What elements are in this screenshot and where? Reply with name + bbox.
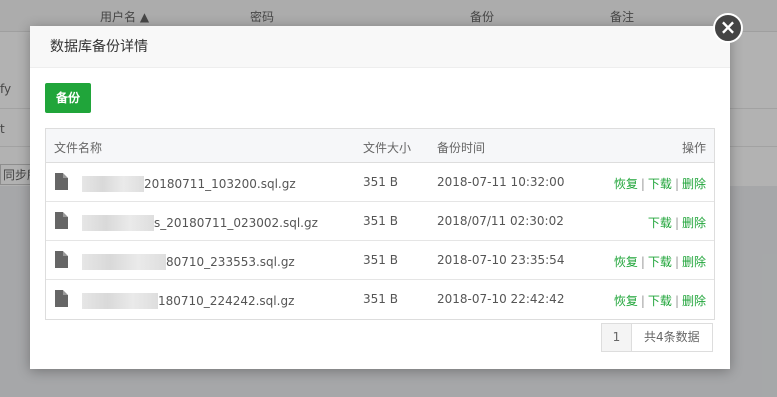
file-size: 351 B [363, 253, 398, 267]
restore-link[interactable]: 恢复 [614, 294, 638, 308]
table-row: 180710_224242.sql.gz 351 B 2018-07-10 22… [46, 280, 714, 319]
file-name: 80710_233553.sql.gz [166, 255, 295, 269]
backup-time: 2018-07-11 10:32:00 [437, 175, 565, 189]
header-actions: 操作 [681, 141, 706, 155]
backup-table: 文件名称 文件大小 备份时间 操作 20180711_103200.sql.gz… [45, 128, 715, 320]
download-link[interactable]: 下载 [648, 177, 672, 191]
redacted-filename [82, 215, 154, 231]
file-name: 20180711_103200.sql.gz [144, 177, 296, 191]
backup-button[interactable]: 备份 [45, 83, 91, 113]
file-size: 351 B [363, 175, 398, 189]
backup-details-modal: 数据库备份详情 备份 文件名称 文件大小 备份时间 操作 20180711_10… [30, 26, 730, 369]
pagination: 1 共4条数据 [601, 323, 713, 352]
row-actions: 恢复 | 下载 | 删除 [613, 255, 706, 269]
download-link[interactable]: 下载 [648, 255, 672, 269]
restore-link[interactable]: 恢复 [614, 255, 638, 269]
download-link[interactable]: 下载 [648, 294, 672, 308]
modal-title: 数据库备份详情 [30, 26, 730, 68]
backup-time: 2018-07-10 23:35:54 [437, 253, 565, 267]
table-row: 20180711_103200.sql.gz 351 B 2018-07-11 … [46, 163, 714, 202]
file-size: 351 B [363, 292, 398, 306]
delete-link[interactable]: 删除 [682, 177, 706, 191]
table-row: 80710_233553.sql.gz 351 B 2018-07-10 23:… [46, 241, 714, 280]
file-icon [55, 173, 68, 190]
total-count: 共4条数据 [644, 330, 700, 344]
file-icon [55, 212, 68, 229]
redacted-filename [82, 176, 144, 192]
file-name: 180710_224242.sql.gz [158, 294, 295, 308]
header-file-name: 文件名称 [54, 141, 103, 155]
delete-link[interactable]: 删除 [682, 294, 706, 308]
download-link[interactable]: 下载 [648, 216, 672, 230]
table-row: s_20180711_023002.sql.gz 351 B 2018/07/1… [46, 202, 714, 241]
page-number[interactable]: 1 [602, 324, 632, 351]
table-header: 文件名称 文件大小 备份时间 操作 [46, 129, 714, 163]
restore-link[interactable]: 恢复 [614, 177, 638, 191]
file-size: 351 B [363, 214, 398, 228]
redacted-filename [82, 293, 158, 309]
row-actions: 恢复 | 下载 | 删除 [613, 177, 706, 191]
header-file-size: 文件大小 [363, 141, 412, 155]
header-backup-time: 备份时间 [437, 141, 486, 155]
file-icon [55, 290, 68, 307]
backup-time: 2018/07/11 02:30:02 [437, 214, 564, 228]
delete-link[interactable]: 删除 [682, 216, 706, 230]
file-icon [55, 251, 68, 268]
close-icon[interactable]: × [713, 13, 743, 43]
delete-link[interactable]: 删除 [682, 255, 706, 269]
backup-time: 2018-07-10 22:42:42 [437, 292, 565, 306]
row-actions: 下载 | 删除 [647, 216, 706, 230]
file-name: s_20180711_023002.sql.gz [154, 216, 318, 230]
row-actions: 恢复 | 下载 | 删除 [613, 294, 706, 308]
redacted-filename [82, 254, 166, 270]
